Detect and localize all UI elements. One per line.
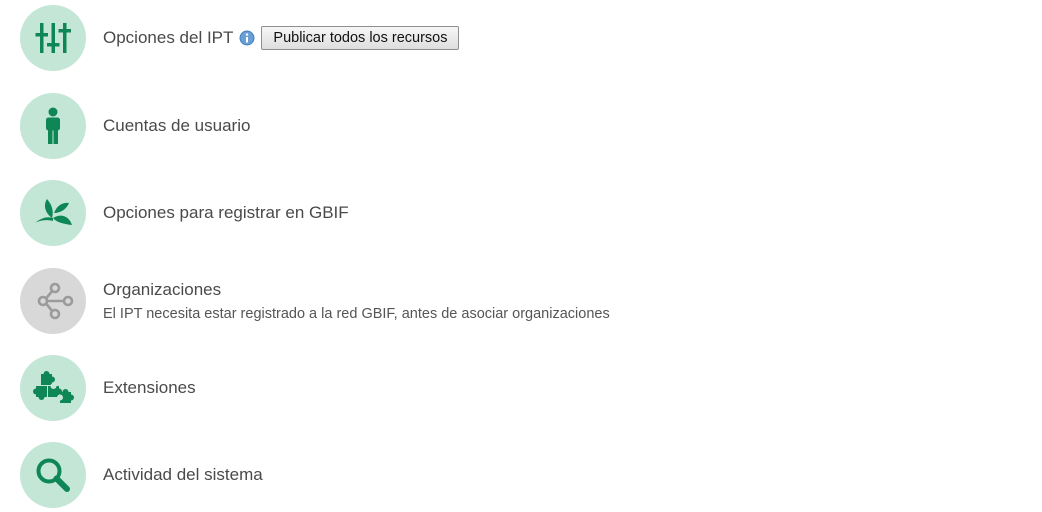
menu-item-label[interactable]: Opciones del IPT <box>103 28 233 48</box>
leaf-icon <box>20 180 86 246</box>
info-icon[interactable] <box>239 30 255 46</box>
menu-item-gbif-registration[interactable]: Opciones para registrar en GBIF <box>20 180 349 246</box>
menu-item-organizations[interactable]: Organizaciones El IPT necesita estar reg… <box>20 268 610 334</box>
menu-item-label[interactable]: Cuentas de usuario <box>103 116 250 136</box>
menu-item-ipt-options[interactable]: Opciones del IPT Publicar todos los recu… <box>20 5 460 71</box>
puzzle-icon <box>20 355 86 421</box>
publish-all-resources-button[interactable]: Publicar todos los recursos <box>261 26 460 50</box>
menu-item-label[interactable]: Extensiones <box>103 378 196 398</box>
sliders-icon <box>20 5 86 71</box>
menu-item-label[interactable]: Opciones para registrar en GBIF <box>103 203 349 223</box>
menu-item-description: El IPT necesita estar registrado a la re… <box>103 306 610 322</box>
menu-item-system-activity[interactable]: Actividad del sistema <box>20 442 263 508</box>
menu-item-label[interactable]: Actividad del sistema <box>103 465 263 485</box>
network-icon <box>20 268 86 334</box>
magnifier-icon <box>20 442 86 508</box>
user-icon <box>20 93 86 159</box>
admin-menu: Opciones del IPT Publicar todos los recu… <box>0 0 1042 512</box>
menu-item-label[interactable]: Organizaciones <box>103 280 610 300</box>
menu-item-user-accounts[interactable]: Cuentas de usuario <box>20 93 250 159</box>
menu-item-extensions[interactable]: Extensiones <box>20 355 196 421</box>
